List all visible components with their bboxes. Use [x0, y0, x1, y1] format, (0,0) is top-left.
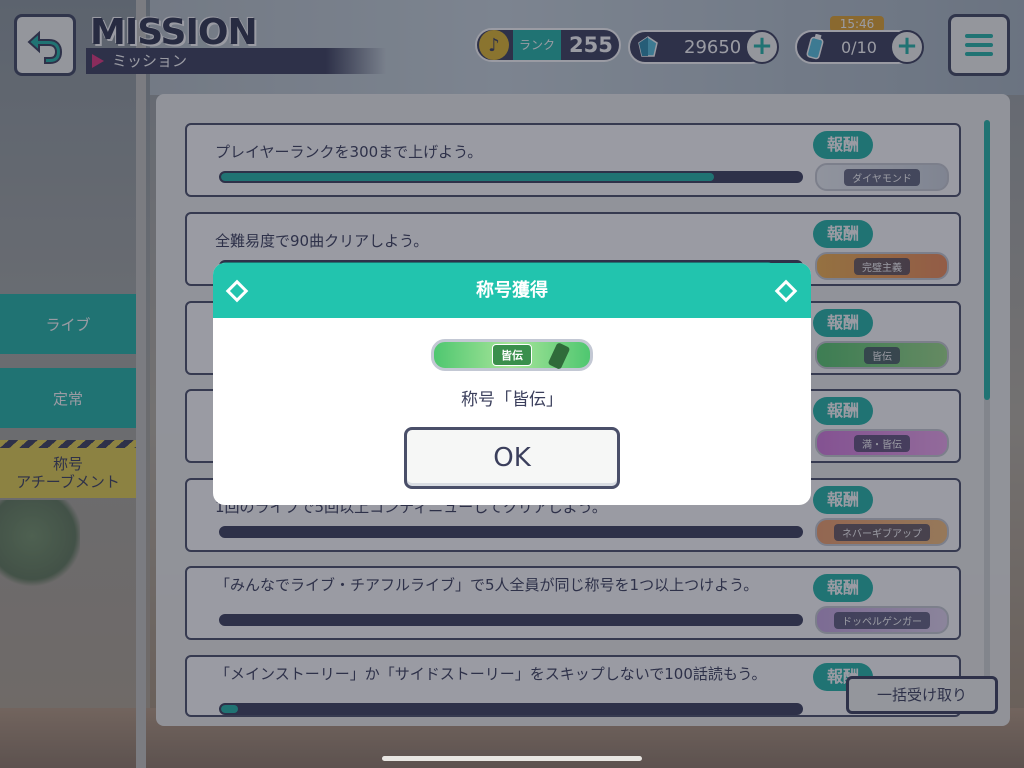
- home-indicator[interactable]: [382, 756, 642, 761]
- dialog-message: 称号「皆伝」: [461, 390, 563, 410]
- acquired-title-label: 皆伝: [492, 344, 532, 366]
- ok-button[interactable]: OK: [404, 427, 620, 489]
- battery-icon: [547, 342, 571, 370]
- title-acquired-dialog: 称号獲得 皆伝 称号「皆伝」 OK: [213, 263, 811, 505]
- dialog-header: 称号獲得: [213, 263, 811, 318]
- dialog-title: 称号獲得: [476, 280, 548, 301]
- acquired-title-plate: 皆伝: [431, 339, 593, 371]
